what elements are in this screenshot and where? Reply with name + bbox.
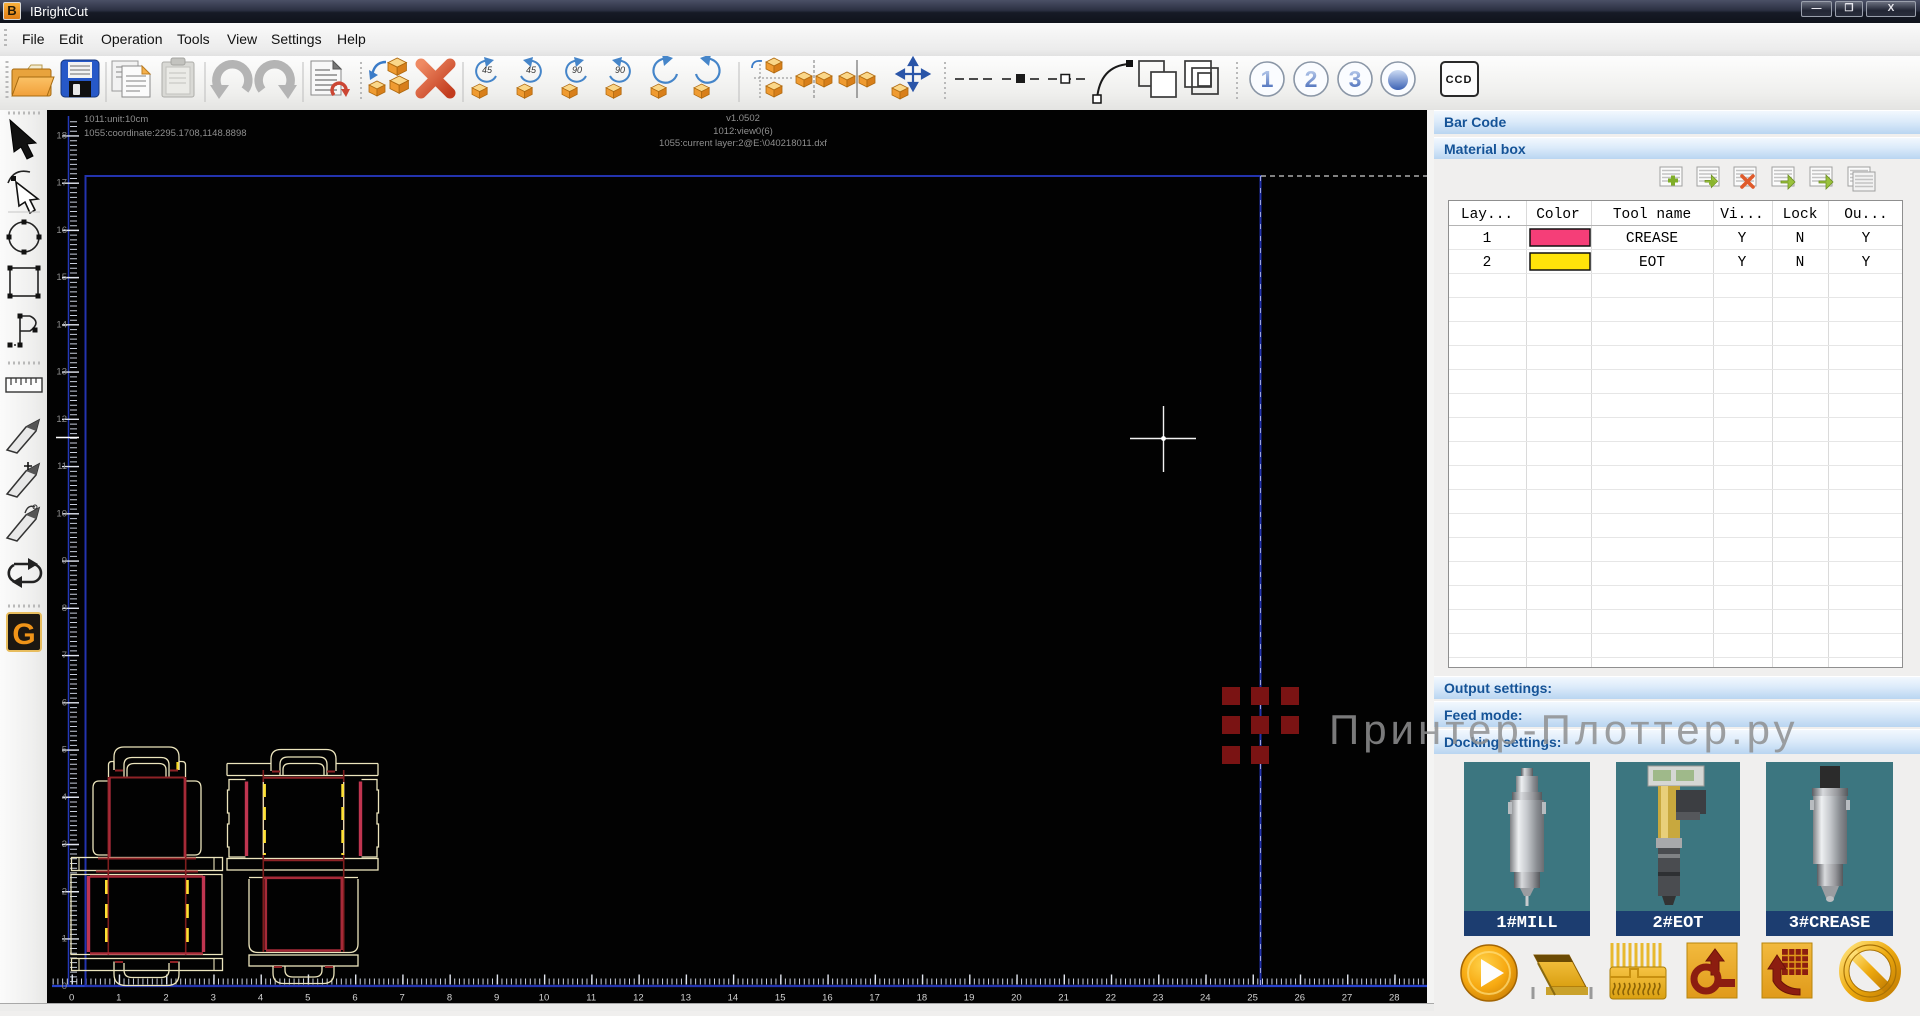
svg-text:0: 0 (69, 993, 74, 1004)
svg-text:45: 45 (526, 65, 537, 75)
svg-text:23: 23 (1153, 993, 1164, 1004)
svg-text:7: 7 (62, 650, 67, 661)
svg-text:1011:unit:10cm: 1011:unit:10cm (84, 114, 148, 125)
svg-text:28: 28 (1389, 993, 1400, 1004)
svg-text:12: 12 (633, 993, 644, 1004)
svg-text:12: 12 (56, 414, 67, 425)
svg-text:13: 13 (680, 993, 691, 1004)
svg-text:0: 0 (62, 981, 67, 992)
svg-text:2: 2 (1483, 255, 1492, 271)
svg-text:1055:current layer:2@E:\040218: 1055:current layer:2@E:\040218011.dxf (659, 138, 827, 149)
svg-text:Lay...: Lay... (1461, 207, 1513, 223)
svg-text:18: 18 (56, 131, 67, 142)
svg-text:20: 20 (1011, 993, 1022, 1004)
svg-text:Y: Y (1738, 255, 1747, 271)
svg-text:N: N (1796, 231, 1805, 247)
svg-text:11: 11 (586, 993, 596, 1004)
svg-text:5: 5 (62, 745, 67, 756)
svg-text:10: 10 (539, 993, 550, 1004)
svg-text:3: 3 (1349, 66, 1362, 92)
svg-text:4: 4 (62, 792, 67, 803)
svg-text:90: 90 (572, 65, 582, 75)
svg-text:6: 6 (352, 993, 357, 1004)
svg-text:EOT: EOT (1639, 255, 1665, 271)
svg-text:24: 24 (1200, 993, 1211, 1004)
svg-text:14: 14 (728, 993, 739, 1004)
svg-text:1: 1 (116, 993, 121, 1004)
svg-text:CCD: CCD (1446, 74, 1473, 86)
svg-text:8: 8 (447, 993, 452, 1004)
svg-text:Y: Y (1862, 231, 1871, 247)
svg-text:21: 21 (1058, 993, 1069, 1004)
svg-text:Vi...: Vi... (1720, 207, 1764, 223)
svg-text:19: 19 (964, 993, 975, 1004)
svg-text:16: 16 (822, 993, 833, 1004)
svg-text:5: 5 (305, 993, 310, 1004)
svg-text:26: 26 (1295, 993, 1306, 1004)
svg-text:v1.0502: v1.0502 (726, 113, 760, 124)
svg-text:1: 1 (1483, 231, 1492, 247)
svg-text:3: 3 (62, 839, 67, 850)
svg-text:25: 25 (1247, 993, 1258, 1004)
svg-text:10: 10 (56, 508, 67, 519)
svg-text:9: 9 (62, 556, 67, 567)
svg-text:1012:view0(6): 1012:view0(6) (713, 126, 773, 137)
svg-text:6: 6 (62, 697, 67, 708)
svg-text:22: 22 (1106, 993, 1117, 1004)
svg-text:90: 90 (615, 65, 625, 75)
svg-text:15: 15 (775, 993, 786, 1004)
svg-text:1: 1 (62, 934, 67, 945)
svg-text:Tool name: Tool name (1613, 207, 1691, 223)
svg-text:N: N (1796, 255, 1805, 271)
svg-text:13: 13 (56, 367, 67, 378)
svg-text:1: 1 (1261, 66, 1274, 92)
svg-text:Y: Y (1738, 231, 1747, 247)
svg-text:Y: Y (1862, 255, 1871, 271)
svg-text:4: 4 (258, 993, 263, 1004)
svg-text:8: 8 (62, 603, 67, 614)
svg-text:3: 3 (211, 993, 216, 1004)
svg-text:CREASE: CREASE (1626, 231, 1678, 247)
svg-text:1055:coordinate:2295.1708,1148: 1055:coordinate:2295.1708,1148.8898 (84, 128, 247, 139)
svg-text:11: 11 (57, 461, 67, 472)
svg-text:G: G (12, 618, 35, 651)
svg-text:9: 9 (494, 993, 499, 1004)
svg-text:7: 7 (400, 993, 405, 1004)
svg-text:17: 17 (56, 178, 67, 189)
svg-text:2: 2 (1305, 66, 1318, 92)
svg-text:2: 2 (163, 993, 168, 1004)
svg-text:Lock: Lock (1783, 207, 1818, 223)
svg-text:15: 15 (56, 272, 67, 283)
svg-text:17: 17 (869, 993, 880, 1004)
svg-text:18: 18 (917, 993, 928, 1004)
svg-text:Color: Color (1536, 207, 1580, 223)
svg-text:45: 45 (482, 65, 493, 75)
svg-text:27: 27 (1342, 993, 1353, 1004)
svg-text:16: 16 (56, 225, 67, 236)
svg-text:Ou...: Ou... (1844, 207, 1888, 223)
svg-text:2: 2 (62, 886, 67, 897)
svg-text:14: 14 (56, 319, 67, 330)
